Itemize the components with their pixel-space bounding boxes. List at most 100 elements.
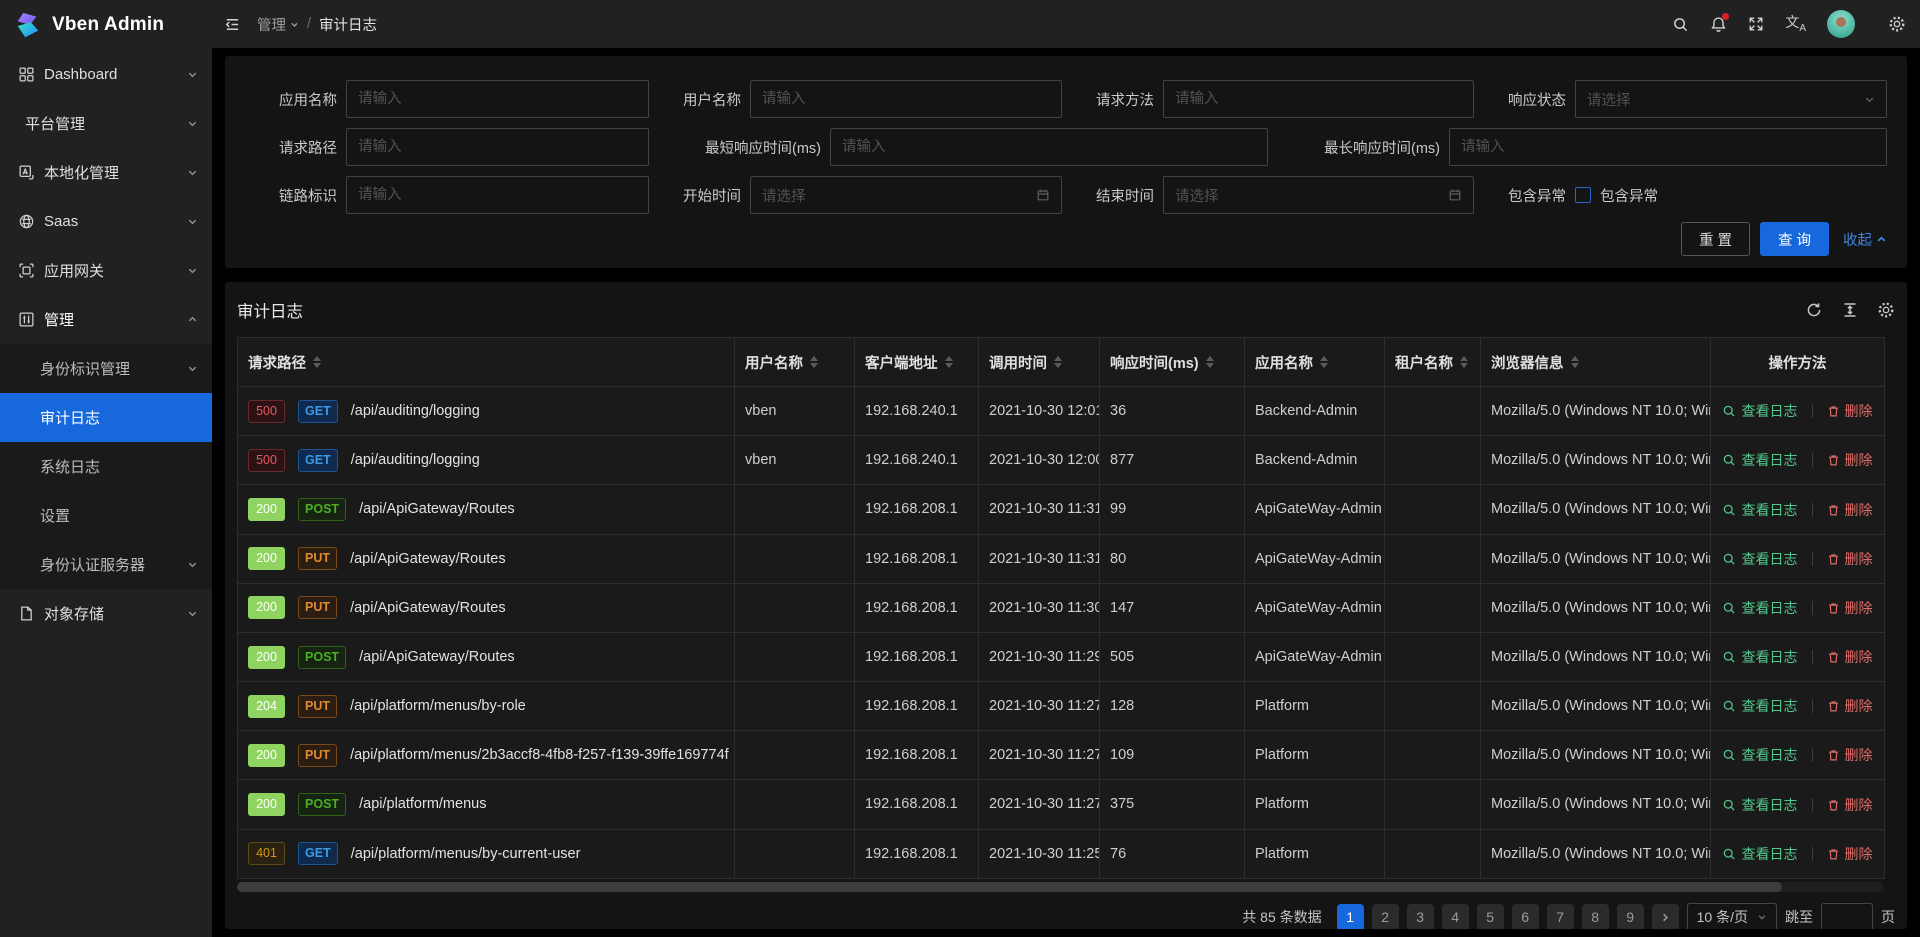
- delete-button[interactable]: 删除: [1827, 745, 1873, 765]
- sidebar-item-settings[interactable]: 设置: [0, 491, 212, 540]
- page-button-7[interactable]: 7: [1547, 904, 1574, 929]
- page-button-9[interactable]: 9: [1617, 904, 1644, 929]
- delete-button[interactable]: 删除: [1827, 549, 1873, 569]
- delete-button[interactable]: 删除: [1827, 500, 1873, 520]
- table-row[interactable]: 204 PUT /api/platform/menus/by-role 192.…: [238, 682, 1885, 731]
- sort-caret-icon[interactable]: [313, 356, 321, 368]
- table-row[interactable]: 500 GET /api/auditing/logging vben 192.1…: [238, 387, 1885, 436]
- page-button-4[interactable]: 4: [1442, 904, 1469, 929]
- trash-icon: [1827, 699, 1840, 713]
- gear-icon[interactable]: [1888, 15, 1906, 33]
- notification-bell-icon[interactable]: [1710, 16, 1727, 33]
- sidebar-item-localization[interactable]: 本地化管理: [0, 148, 212, 197]
- translate-icon[interactable]: 文A: [1785, 15, 1806, 34]
- column-header-user-name[interactable]: 用户名称: [735, 338, 855, 387]
- collapse-form-link[interactable]: 收起: [1843, 229, 1887, 250]
- breadcrumb-section[interactable]: 管理: [257, 14, 299, 35]
- row-height-icon[interactable]: [1841, 301, 1859, 319]
- min-response-time-input[interactable]: [830, 128, 1268, 166]
- sidebar-item-object-storage[interactable]: 对象存储: [0, 589, 212, 638]
- sort-caret-icon[interactable]: [1320, 356, 1328, 368]
- search-button[interactable]: 查 询: [1760, 222, 1829, 256]
- reset-button[interactable]: 重 置: [1681, 222, 1750, 256]
- avatar[interactable]: [1827, 10, 1855, 38]
- request-method-input[interactable]: [1163, 80, 1474, 118]
- view-log-button[interactable]: 查看日志: [1722, 549, 1797, 569]
- sidebar-item-identity-server[interactable]: 身份认证服务器: [0, 540, 212, 589]
- sort-caret-icon[interactable]: [1054, 356, 1062, 368]
- page-button-1[interactable]: 1: [1337, 904, 1364, 929]
- delete-button[interactable]: 删除: [1827, 844, 1873, 864]
- column-header-browser-info[interactable]: 浏览器信息: [1481, 338, 1711, 387]
- delete-button[interactable]: 删除: [1827, 795, 1873, 815]
- search-icon[interactable]: [1672, 16, 1689, 33]
- sort-caret-icon[interactable]: [1460, 356, 1468, 368]
- scrollbar-thumb[interactable]: [237, 882, 1782, 892]
- max-response-time-input[interactable]: [1449, 128, 1887, 166]
- app-name-input[interactable]: [346, 80, 649, 118]
- sort-caret-icon[interactable]: [1206, 356, 1214, 368]
- delete-button[interactable]: 删除: [1827, 696, 1873, 716]
- view-log-button[interactable]: 查看日志: [1722, 745, 1797, 765]
- sidebar-item-audit-log[interactable]: 审计日志: [0, 393, 212, 442]
- page-size-select[interactable]: 10 条/页: [1687, 903, 1777, 929]
- has-exception-checkbox[interactable]: [1575, 187, 1591, 203]
- horizontal-scrollbar[interactable]: [237, 882, 1884, 892]
- view-log-button[interactable]: 查看日志: [1722, 844, 1797, 864]
- page-button-5[interactable]: 5: [1477, 904, 1504, 929]
- sidebar-item-identity-management[interactable]: 身份标识管理: [0, 344, 212, 393]
- sidebar-item-gateway[interactable]: 应用网关: [0, 246, 212, 295]
- page-button-2[interactable]: 2: [1372, 904, 1399, 929]
- view-log-button[interactable]: 查看日志: [1722, 795, 1797, 815]
- sidebar-item-platform-management[interactable]: 平台管理: [0, 99, 212, 148]
- table-row[interactable]: 200 PUT /api/ApiGateway/Routes 192.168.2…: [238, 534, 1885, 583]
- trace-id-input[interactable]: [346, 176, 649, 214]
- request-path-input[interactable]: [346, 128, 649, 166]
- end-time-picker[interactable]: 请选择: [1163, 176, 1474, 214]
- table-row[interactable]: 200 PUT /api/platform/menus/2b3accf8-4fb…: [238, 731, 1885, 780]
- view-log-button[interactable]: 查看日志: [1722, 500, 1797, 520]
- user-name-input[interactable]: [750, 80, 1062, 118]
- app-logo[interactable]: Vben Admin: [0, 0, 212, 50]
- sidebar-item-system-log[interactable]: 系统日志: [0, 442, 212, 491]
- column-header-app-name[interactable]: 应用名称: [1245, 338, 1385, 387]
- sort-caret-icon[interactable]: [810, 356, 818, 368]
- delete-button[interactable]: 删除: [1827, 401, 1873, 421]
- delete-button[interactable]: 删除: [1827, 450, 1873, 470]
- next-page-button[interactable]: [1652, 904, 1679, 929]
- refresh-icon[interactable]: [1805, 301, 1823, 319]
- view-log-button[interactable]: 查看日志: [1722, 647, 1797, 667]
- column-header-call-time[interactable]: 调用时间: [979, 338, 1100, 387]
- delete-button[interactable]: 删除: [1827, 598, 1873, 618]
- column-header-tenant-name[interactable]: 租户名称: [1385, 338, 1481, 387]
- page-button-8[interactable]: 8: [1582, 904, 1609, 929]
- table-row[interactable]: 200 POST /api/platform/menus 192.168.208…: [238, 780, 1885, 829]
- response-status-select[interactable]: 请选择: [1575, 80, 1887, 118]
- view-log-button[interactable]: 查看日志: [1722, 696, 1797, 716]
- sidebar-item-dashboard[interactable]: Dashboard: [0, 50, 212, 99]
- table-row[interactable]: 401 GET /api/platform/menus/by-current-u…: [238, 829, 1885, 878]
- view-log-button[interactable]: 查看日志: [1722, 401, 1797, 421]
- view-log-button[interactable]: 查看日志: [1722, 450, 1797, 470]
- table-row[interactable]: 200 POST /api/ApiGateway/Routes 192.168.…: [238, 485, 1885, 534]
- sort-caret-icon[interactable]: [1571, 356, 1579, 368]
- delete-button[interactable]: 删除: [1827, 647, 1873, 667]
- page-button-3[interactable]: 3: [1407, 904, 1434, 929]
- column-header-client-ip[interactable]: 客户端地址: [855, 338, 979, 387]
- sidebar-item-saas[interactable]: Saas: [0, 197, 212, 246]
- table-row[interactable]: 200 PUT /api/ApiGateway/Routes 192.168.2…: [238, 583, 1885, 632]
- menu-fold-icon[interactable]: [224, 16, 241, 33]
- sort-caret-icon[interactable]: [945, 356, 953, 368]
- column-header-response-time[interactable]: 响应时间(ms): [1100, 338, 1245, 387]
- view-log-button[interactable]: 查看日志: [1722, 598, 1797, 618]
- table-row[interactable]: 200 POST /api/ApiGateway/Routes 192.168.…: [238, 632, 1885, 681]
- start-time-picker[interactable]: 请选择: [750, 176, 1062, 214]
- table-settings-gear-icon[interactable]: [1877, 301, 1895, 319]
- column-header-request-path[interactable]: 请求路径: [238, 338, 735, 387]
- fullscreen-icon[interactable]: [1748, 16, 1764, 32]
- page-button-6[interactable]: 6: [1512, 904, 1539, 929]
- method-badge: POST: [298, 793, 346, 816]
- jump-to-page-input[interactable]: [1821, 903, 1873, 929]
- sidebar-item-management[interactable]: 管理: [0, 295, 212, 344]
- table-row[interactable]: 500 GET /api/auditing/logging vben 192.1…: [238, 436, 1885, 485]
